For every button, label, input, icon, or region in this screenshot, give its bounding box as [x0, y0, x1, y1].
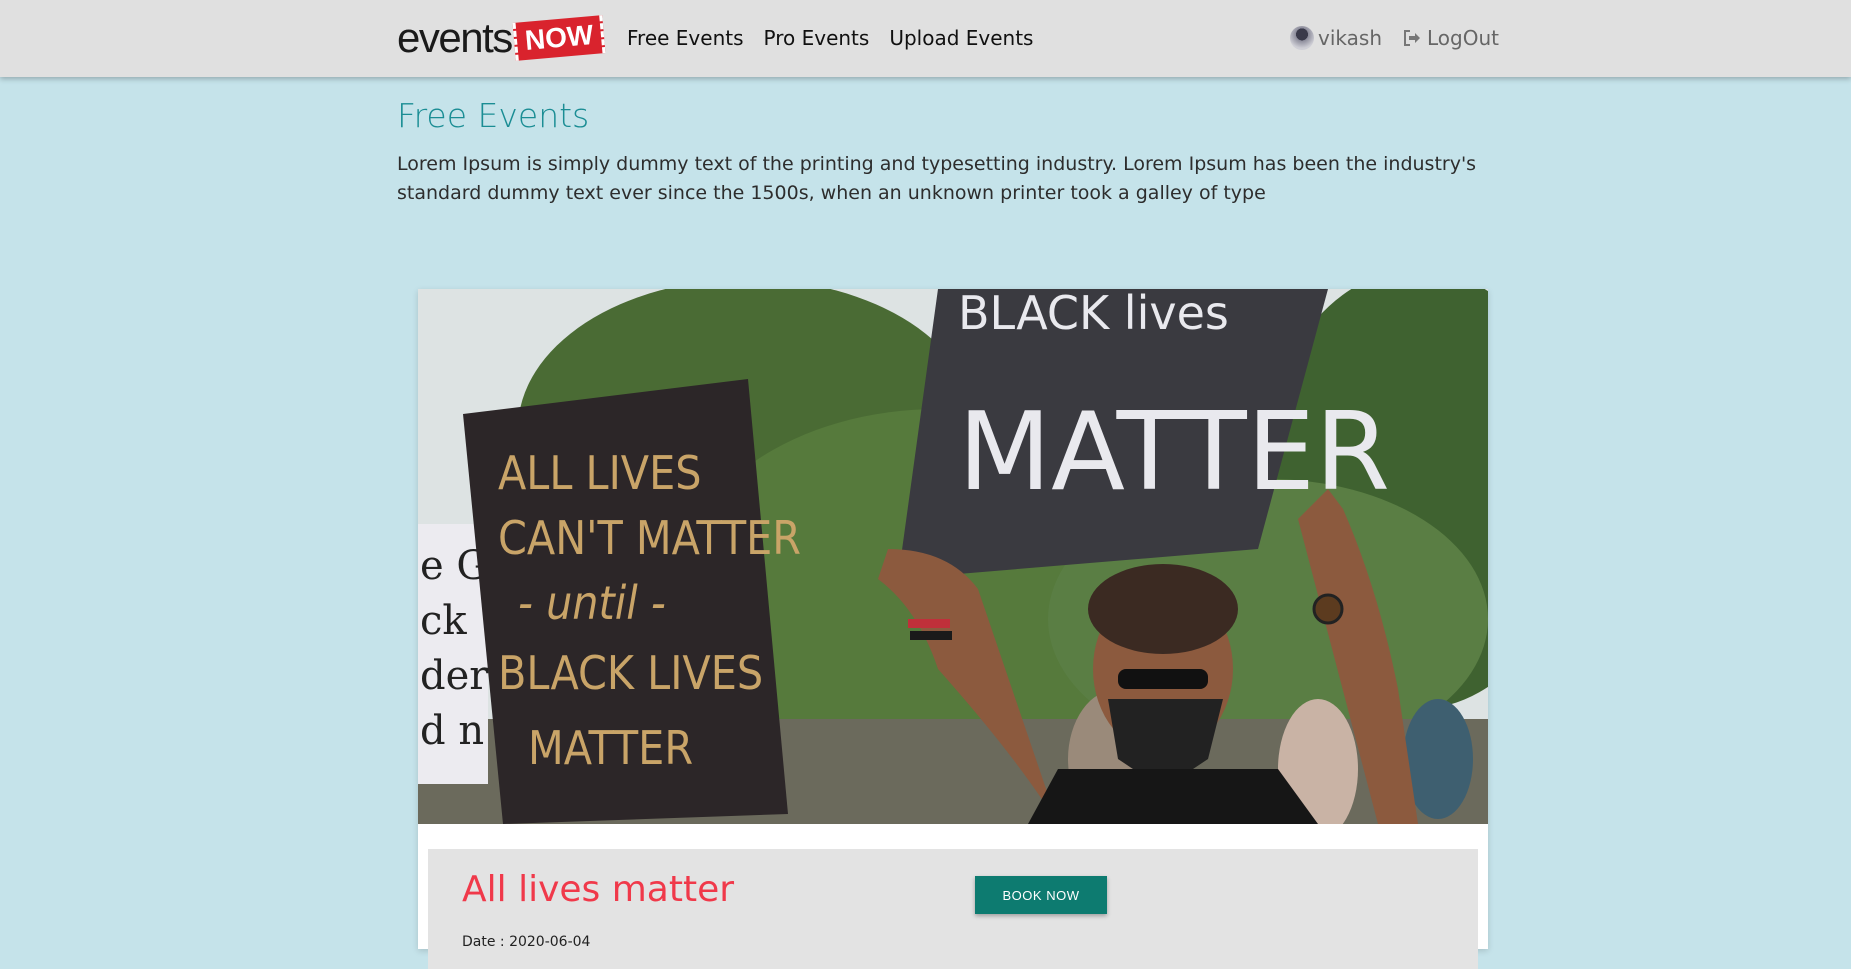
logo-text-events: events: [397, 14, 513, 61]
brand-logo[interactable]: events NOW: [397, 14, 606, 61]
nav-upload-events[interactable]: Upload Events: [889, 22, 1033, 54]
sign-left-line-2: CAN'T MATTER: [498, 511, 801, 565]
book-now-button[interactable]: BOOK NOW: [975, 876, 1107, 914]
event-image[interactable]: e G ck der d n ALL LIVES CAN'T MATTER - …: [418, 289, 1488, 824]
svg-text:d n: d n: [420, 708, 484, 754]
main-nav: Free Events Pro Events Upload Events: [627, 22, 1053, 54]
logout-icon: [1404, 30, 1421, 46]
nav-pro-events[interactable]: Pro Events: [764, 22, 870, 54]
page-title: Free Events: [397, 96, 590, 135]
logout-link[interactable]: LogOut: [1402, 22, 1499, 54]
event-title: All lives matter: [462, 869, 735, 910]
svg-text:der: der: [420, 653, 489, 699]
logout-label: LogOut: [1427, 26, 1499, 50]
top-navbar: events NOW Free Events Pro Events Upload…: [0, 0, 1851, 77]
event-card: e G ck der d n ALL LIVES CAN'T MATTER - …: [418, 289, 1488, 969]
sign-left-line-5: MATTER: [528, 721, 693, 775]
page-description: Lorem Ipsum is simply dummy text of the …: [397, 153, 1477, 204]
nav-free-events[interactable]: Free Events: [627, 22, 744, 54]
event-date: Date : 2020-06-04: [462, 934, 591, 950]
event-image-illustration: e G ck der d n ALL LIVES CAN'T MATTER - …: [418, 289, 1488, 824]
sign-left-line-4: BLACK LIVES: [498, 646, 763, 700]
sign-left-line-3: - until -: [518, 576, 666, 630]
avatar[interactable]: [1290, 26, 1315, 50]
sign-right-line-1: BLACK lives: [958, 289, 1229, 340]
logo-text-now: NOW: [512, 15, 606, 61]
user-menu: vikash LogOut: [1290, 22, 1499, 54]
event-info-panel: All lives matter BOOK NOW Date : 2020-06…: [428, 849, 1478, 969]
svg-text:ck: ck: [420, 598, 467, 644]
sign-left-line-1: ALL LIVES: [498, 446, 702, 500]
user-name[interactable]: vikash: [1318, 22, 1382, 54]
